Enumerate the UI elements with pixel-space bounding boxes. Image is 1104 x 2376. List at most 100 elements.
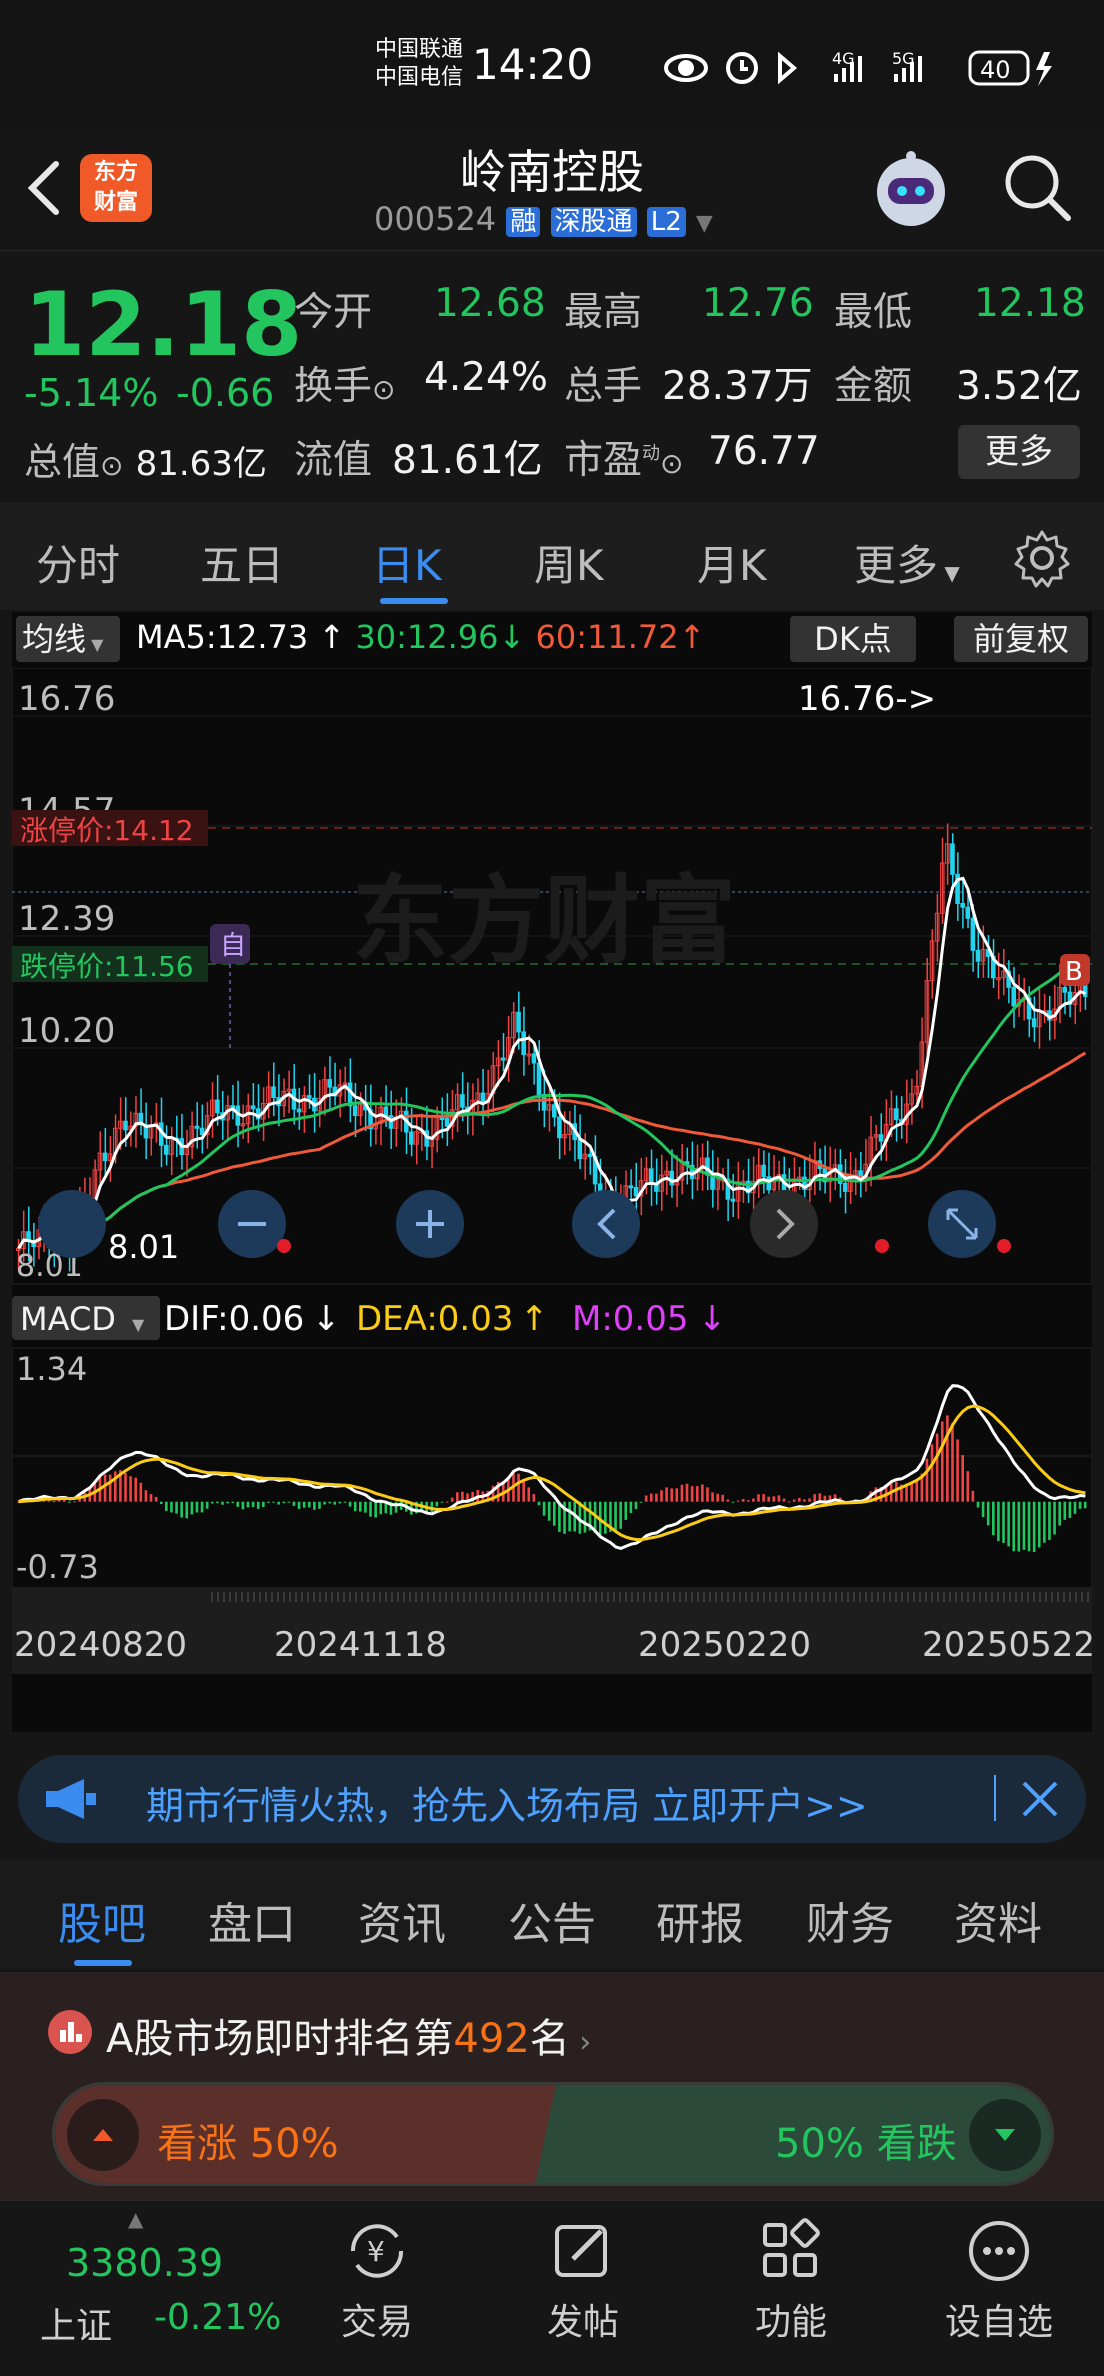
index-value[interactable]: 3380.39 [66,2241,223,2285]
chevron-right-icon: › [569,2025,592,2060]
macd-bar [205,1501,209,1509]
tab-weekly-k[interactable]: 周K [534,532,604,593]
gear-icon[interactable] [1012,528,1072,588]
macd-bar [282,1501,286,1504]
adjust-button[interactable]: 前复权 [954,616,1088,662]
more-button[interactable]: 更多 [958,425,1080,479]
ma-button[interactable]: 均线 ▼ [16,616,120,662]
megaphone-icon [46,1779,96,1819]
arrow-up-icon[interactable] [65,2097,141,2173]
candle [761,1164,766,1178]
stock-code-row: 000524 融 深股通 L2 ▼ [374,200,713,240]
date-tick: 20240820 [14,1625,187,1665]
tab-more[interactable]: 更多 ▼ [854,532,960,593]
tab-research[interactable]: 研报 [656,1888,744,1952]
info-icon[interactable]: ⊙ [372,373,395,406]
macd-bar [379,1501,383,1515]
bear-label[interactable]: 50% 看跌 [775,2111,957,2169]
macd-bar [1027,1501,1031,1552]
candle [271,1086,276,1099]
macd-bar [956,1439,959,1502]
macd-bar [813,1494,816,1502]
change-pct: -5.14% [24,371,159,415]
candle [306,1095,312,1099]
kline-svg[interactable]: 东方财富 16.76 14.57 12.39 10.20 8.01 涨停价:14… [12,668,1092,1732]
macd-bar [961,1455,964,1502]
macd-bar [757,1494,760,1502]
robot-avatar-icon[interactable] [866,144,956,234]
candle [587,1153,593,1158]
macd-bar [180,1501,183,1518]
tab-news[interactable]: 资讯 [358,1888,446,1952]
macd-bar [746,1500,750,1502]
nav-add-watchlist[interactable]: 设自选 [924,2215,1074,2345]
macd-bar [175,1501,178,1514]
badge-sgt: 深股通 [550,207,637,237]
nav-trade[interactable]: ¥ 交易 [302,2215,452,2345]
badge-l2: L2 [646,207,686,237]
yen-cycle-icon: ¥ [350,2224,404,2278]
macd-bar [649,1493,653,1502]
chevron-down-icon[interactable]: ▼ [696,211,713,236]
macd-bar [165,1501,168,1511]
macd-bar [73,1501,76,1503]
macd-bar [992,1501,995,1536]
tab-daily-k[interactable]: 日K [372,532,442,593]
volume-label: 总手 [564,364,643,409]
macd-bar [353,1501,357,1512]
macd-bar [231,1501,235,1503]
chevron-right-icon[interactable] [750,1190,818,1258]
macd-bar [1063,1501,1067,1520]
macd-bar [1068,1501,1072,1518]
macd-bar [792,1499,796,1502]
info-tabs: 股吧 盘口 资讯 公告 研报 财务 资料 [0,1860,1104,1970]
tab-profile[interactable]: 资料 [954,1888,1042,1952]
tab-five-day[interactable]: 五日 [200,532,284,593]
close-icon[interactable] [1018,1777,1062,1821]
macd-bar [915,1481,919,1502]
macd-bar [307,1501,311,1508]
tab-forum[interactable]: 股吧 [58,1888,146,1952]
dk-button[interactable]: DK点 [790,616,916,662]
tab-orderbook[interactable]: 盘口 [208,1888,296,1952]
reset-icon[interactable] [38,1190,106,1258]
mktcap-row: 总值⊙ 81.63亿 [24,440,267,484]
rank-icon [48,2010,92,2054]
bull-label[interactable]: 看涨 50% [157,2111,339,2169]
chevron-left-icon[interactable] [572,1190,640,1258]
macd-button: MACD [20,1300,116,1338]
search-icon[interactable] [1000,150,1076,226]
candle [250,1105,256,1110]
macd-bar [292,1501,296,1506]
macd-bar [701,1484,704,1502]
signal-icon: 4G 5G [832,49,922,82]
candle [1011,986,1017,1007]
candle [648,1168,654,1185]
macd-bar [660,1490,663,1502]
candle [842,1182,848,1192]
arrow-down-icon[interactable] [967,2097,1043,2173]
kline-chart[interactable]: 均线 ▼ MA5:12.73 ↑ 30:12.96↓ 60:11.72↑ DK点… [12,612,1092,1732]
macd-bar [935,1433,939,1502]
info-icon[interactable]: ⊙ [660,447,683,480]
nav-functions[interactable]: 功能 [716,2215,866,2345]
macd-bar [108,1474,112,1502]
nav-post[interactable]: 发帖 [508,2215,658,2345]
banner-text[interactable]: 期市行情火热，抢先入场布局 立即开户>> [146,1775,868,1830]
macd-bar [547,1501,551,1521]
dea-legend: DEA:0.03 [356,1299,513,1339]
tab-finance[interactable]: 财务 [806,1888,894,1952]
tab-announcements[interactable]: 公告 [508,1888,596,1952]
info-icon[interactable]: ⊙ [100,449,123,482]
macd-bar [154,1496,158,1502]
macd-bar [195,1501,199,1513]
macd-bar [762,1494,765,1502]
tab-monthly-k[interactable]: 月K [697,532,767,593]
pe-value: 76.77 [708,429,820,474]
candle [878,1134,884,1142]
rank-text[interactable]: A股市场即时排名第492名 › [106,2006,591,2064]
svg-text:↓: ↓ [698,1299,727,1339]
tab-intraday[interactable]: 分时 [36,532,120,593]
promo-banner[interactable]: 期市行情火热，抢先入场布局 立即开户>> [18,1755,1086,1843]
macd-bar [129,1476,132,1502]
